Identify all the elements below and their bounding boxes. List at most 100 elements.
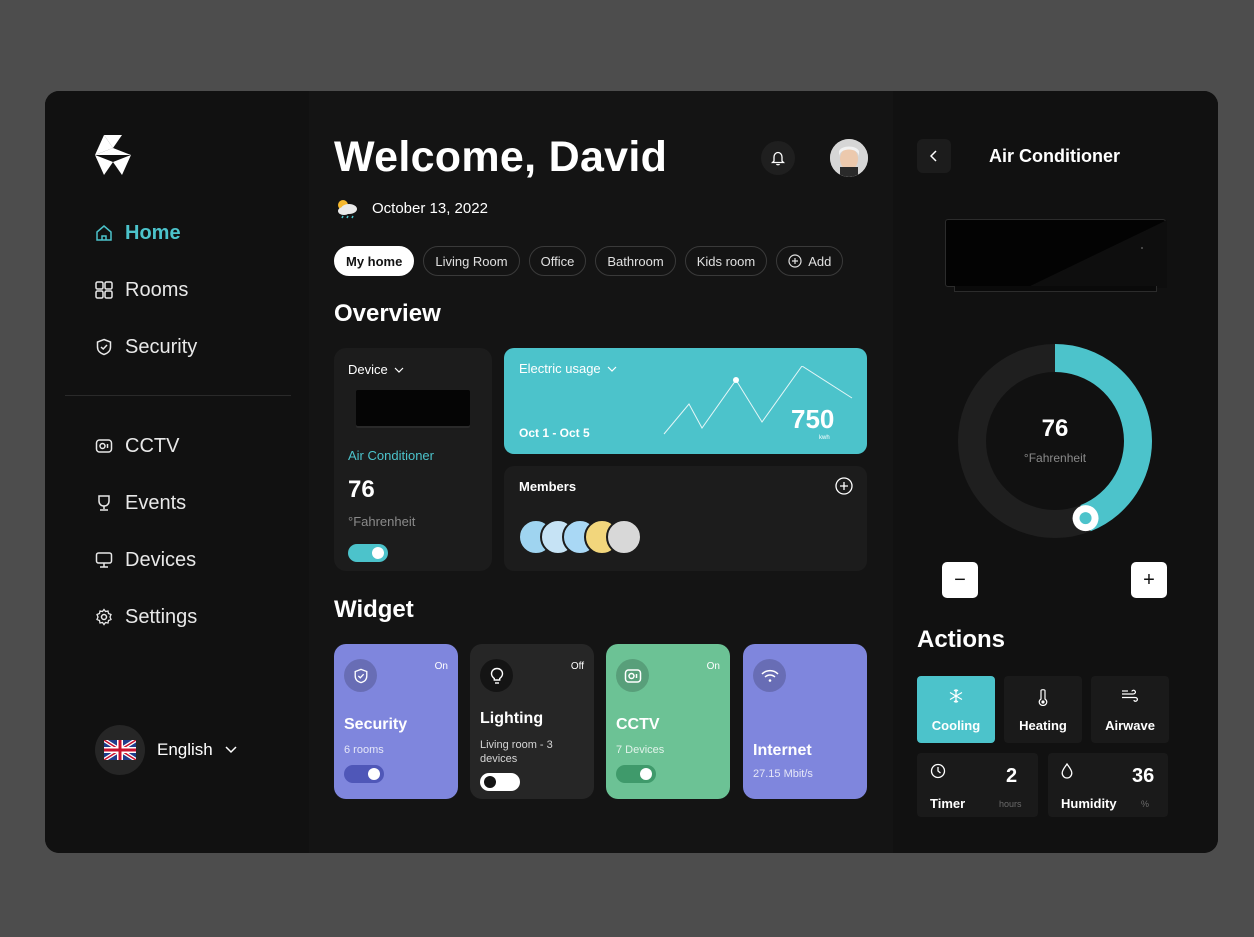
humidity-card[interactable]: 36 Humidity % xyxy=(1048,753,1168,817)
widget-heading: Widget xyxy=(334,596,414,623)
sidebar: Home Rooms Security CCTV Events Devices … xyxy=(45,91,309,853)
widget-security[interactable]: On Security 6 rooms xyxy=(334,644,458,799)
electric-usage-value: 750 xyxy=(791,404,835,434)
mode-cooling-button[interactable]: Cooling xyxy=(917,676,995,743)
tab-kids-room[interactable]: Kids room xyxy=(684,246,768,276)
sidebar-item-home[interactable]: Home xyxy=(95,218,181,248)
sidebar-item-label: Rooms xyxy=(125,278,189,301)
members-title: Members xyxy=(519,479,577,494)
camera-icon xyxy=(95,439,113,453)
humidity-label: Humidity xyxy=(1061,796,1117,811)
chevron-down-icon xyxy=(225,746,237,754)
chevron-down-icon xyxy=(394,367,404,373)
sidebar-item-label: CCTV xyxy=(125,434,180,457)
device-temperature-unit: °Fahrenheit xyxy=(348,514,416,529)
decrease-temperature-button[interactable]: − xyxy=(942,562,978,598)
sidebar-item-events[interactable]: Events xyxy=(95,488,186,518)
wifi-icon xyxy=(753,659,786,692)
widget-name: Lighting xyxy=(480,710,544,727)
language-selector[interactable]: English xyxy=(95,725,237,775)
sidebar-item-settings[interactable]: Settings xyxy=(95,602,197,632)
grid-icon xyxy=(95,281,113,299)
sidebar-item-devices[interactable]: Devices xyxy=(95,545,196,575)
member-avatar[interactable] xyxy=(606,519,642,555)
electric-usage-unit: kwh xyxy=(819,435,830,441)
back-button[interactable] xyxy=(917,139,951,173)
dial-temperature-unit: °Fahrenheit xyxy=(1023,451,1087,465)
date-label: October 13, 2022 xyxy=(372,199,488,217)
widget-cctv[interactable]: On CCTV 7 Devices xyxy=(606,644,730,799)
add-room-button[interactable]: Add xyxy=(776,246,844,276)
mode-airwave-button[interactable]: Airwave xyxy=(1091,676,1169,743)
widget-subtitle: 27.15 Mbit/s xyxy=(753,768,813,780)
device-detail-panel: Air Conditioner 76 °Fahrenheit − + Actio… xyxy=(893,91,1218,853)
user-avatar[interactable] xyxy=(830,139,868,177)
add-member-button[interactable] xyxy=(835,477,853,500)
tab-bathroom[interactable]: Bathroom xyxy=(595,246,676,276)
sidebar-item-label: Home xyxy=(125,221,181,244)
wind-icon xyxy=(1122,689,1138,702)
widget-status: Off xyxy=(570,661,584,672)
monitor-icon xyxy=(95,552,113,568)
increase-temperature-button[interactable]: + xyxy=(1131,562,1167,598)
device-card[interactable]: Device Air Conditioner 76 °Fahrenheit xyxy=(334,348,492,571)
air-conditioner-image xyxy=(945,219,1167,292)
widget-status: On xyxy=(434,661,448,672)
page-title: Welcome, David xyxy=(334,133,668,181)
shield-icon xyxy=(96,338,112,356)
snowflake-icon xyxy=(949,689,963,703)
tab-office[interactable]: Office xyxy=(528,246,587,276)
device-dropdown[interactable]: Device xyxy=(348,362,404,377)
clock-icon xyxy=(930,763,946,779)
date-row: October 13, 2022 xyxy=(334,197,488,219)
timer-card[interactable]: 2 Timer hours xyxy=(917,753,1038,817)
widget-name: Security xyxy=(344,716,408,733)
camera-icon xyxy=(616,659,649,692)
widget-subtitle: 7 Devices xyxy=(616,744,665,756)
chevron-left-icon xyxy=(930,150,937,162)
cctv-toggle[interactable] xyxy=(616,765,656,783)
logo-icon xyxy=(95,135,131,175)
language-label: English xyxy=(157,740,213,759)
mode-label: Cooling xyxy=(931,718,981,733)
members-card: Members xyxy=(504,466,867,571)
overview-heading: Overview xyxy=(334,300,441,327)
tab-label: Kids room xyxy=(696,253,756,269)
panel-title: Air Conditioner xyxy=(989,146,1120,166)
sidebar-item-cctv[interactable]: CCTV xyxy=(95,431,179,461)
device-power-toggle[interactable] xyxy=(348,544,388,562)
lightbulb-icon xyxy=(480,659,513,692)
electric-usage-card[interactable]: Electric usage Oct 1 - Oct 5 750 kwh xyxy=(504,348,867,454)
tab-my-home[interactable]: My home xyxy=(334,246,415,276)
mode-heating-button[interactable]: Heating xyxy=(1004,676,1082,743)
thermometer-icon xyxy=(1038,689,1048,706)
electric-usage-label: Electric usage xyxy=(519,361,601,376)
bell-icon xyxy=(771,151,785,166)
widget-subtitle: 6 rooms xyxy=(344,744,384,756)
temperature-dial[interactable]: 76 °Fahrenheit xyxy=(955,341,1155,541)
air-conditioner-image xyxy=(356,390,470,426)
notification-button[interactable] xyxy=(761,141,795,175)
tab-living-room[interactable]: Living Room xyxy=(423,246,520,276)
mode-label: Airwave xyxy=(1105,718,1155,733)
actions-heading: Actions xyxy=(917,626,1006,653)
mode-label: Heating xyxy=(1019,718,1067,733)
widget-lighting[interactable]: Off Lighting Living room - 3 devices xyxy=(470,644,594,799)
widget-name: Internet xyxy=(753,742,812,759)
electric-usage-range: Oct 1 - Oct 5 xyxy=(519,426,590,440)
device-name: Air Conditioner xyxy=(348,448,434,463)
uk-flag-icon xyxy=(95,725,145,775)
drop-icon xyxy=(1061,762,1073,779)
security-toggle[interactable] xyxy=(344,765,384,783)
timer-label: Timer xyxy=(930,796,966,811)
sidebar-item-rooms[interactable]: Rooms xyxy=(95,275,188,305)
tab-label: Bathroom xyxy=(607,253,664,269)
widget-internet[interactable]: Internet 27.15 Mbit/s xyxy=(743,644,867,799)
electric-usage-dropdown[interactable]: Electric usage xyxy=(519,361,617,376)
humidity-value: 36 xyxy=(1132,765,1155,787)
widget-name: CCTV xyxy=(616,716,660,733)
sidebar-item-security[interactable]: Security xyxy=(95,332,197,362)
main-content: Welcome, David October 13, 2022 My home … xyxy=(309,91,893,853)
lighting-toggle[interactable] xyxy=(480,773,520,791)
shield-icon xyxy=(344,659,377,692)
